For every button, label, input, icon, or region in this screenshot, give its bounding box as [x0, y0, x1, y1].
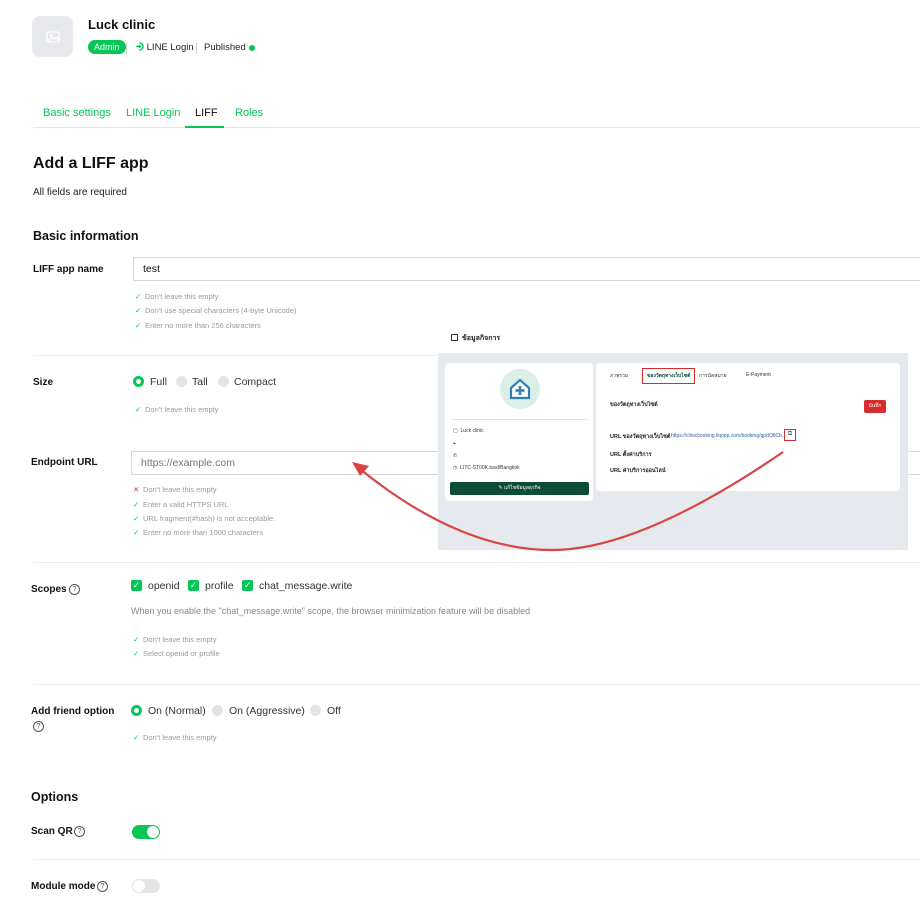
annotation-arrow: [352, 451, 784, 552]
